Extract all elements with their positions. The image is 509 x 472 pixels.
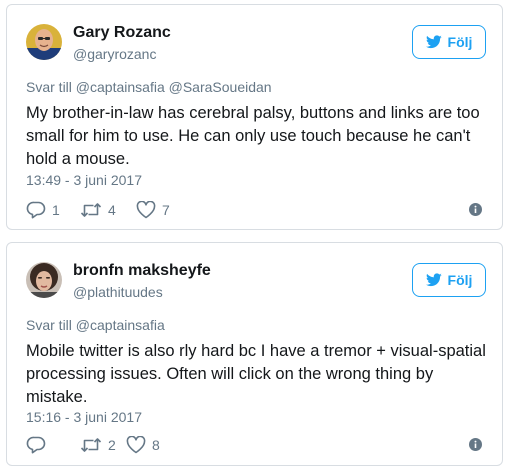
mention-link[interactable]: @captainsafia — [76, 79, 165, 95]
retweet-icon — [80, 201, 102, 219]
twitter-bird-icon — [425, 273, 442, 287]
heart-icon — [126, 436, 146, 454]
mention-link[interactable]: @SaraSoueidan — [169, 79, 272, 95]
info-icon[interactable] — [469, 438, 482, 456]
mention-link[interactable]: @captainsafia — [76, 317, 165, 333]
display-name[interactable]: Gary Rozanc — [73, 24, 171, 42]
reply-prefix: Svar till — [26, 79, 72, 95]
follow-label: Följ — [447, 272, 473, 288]
tweet-actions: 1 4 7 — [26, 200, 486, 220]
like-count: 7 — [162, 202, 170, 218]
retweet-icon — [80, 436, 102, 454]
retweet-count: 4 — [108, 202, 116, 218]
avatar[interactable] — [26, 262, 62, 298]
display-name[interactable]: bronfn maksheyfe — [73, 262, 211, 280]
retweet-count: 2 — [108, 437, 116, 453]
like-button[interactable]: 8 — [126, 435, 160, 455]
tweet-card[interactable]: Gary Rozanc @garyrozanc Följ Svar till @… — [6, 4, 503, 230]
reply-icon — [26, 436, 46, 454]
heart-icon — [136, 201, 156, 219]
tweet-timestamp[interactable]: 13:49 - 3 juni 2017 — [26, 172, 142, 188]
reply-button[interactable] — [26, 435, 52, 455]
follow-label: Följ — [447, 34, 473, 50]
reply-context: Svar till @captainsafia @SaraSoueidan — [26, 79, 272, 95]
user-handle[interactable]: @plathituudes — [73, 284, 163, 300]
retweet-button[interactable]: 2 — [80, 435, 116, 455]
reply-context: Svar till @captainsafia — [26, 317, 165, 333]
reply-icon — [26, 201, 46, 219]
tweet-text: Mobile twitter is also rly hard bc I hav… — [26, 342, 486, 406]
info-icon[interactable] — [469, 203, 482, 221]
reply-count: 1 — [52, 202, 60, 218]
like-count: 8 — [152, 437, 160, 453]
like-button[interactable]: 7 — [136, 200, 170, 220]
user-handle[interactable]: @garyrozanc — [73, 46, 156, 62]
follow-button[interactable]: Följ — [412, 263, 486, 297]
reply-button[interactable]: 1 — [26, 200, 60, 220]
tweet-actions: 2 8 — [26, 435, 486, 455]
twitter-bird-icon — [425, 35, 442, 49]
follow-button[interactable]: Följ — [412, 25, 486, 59]
tweet-text: My brother-in-law has cerebral palsy, bu… — [26, 104, 480, 168]
tweet-card[interactable]: bronfn maksheyfe @plathituudes Följ Svar… — [6, 242, 503, 466]
retweet-button[interactable]: 4 — [80, 200, 116, 220]
avatar[interactable] — [26, 24, 62, 60]
tweet-timestamp[interactable]: 15:16 - 3 juni 2017 — [26, 409, 142, 425]
reply-prefix: Svar till — [26, 317, 72, 333]
